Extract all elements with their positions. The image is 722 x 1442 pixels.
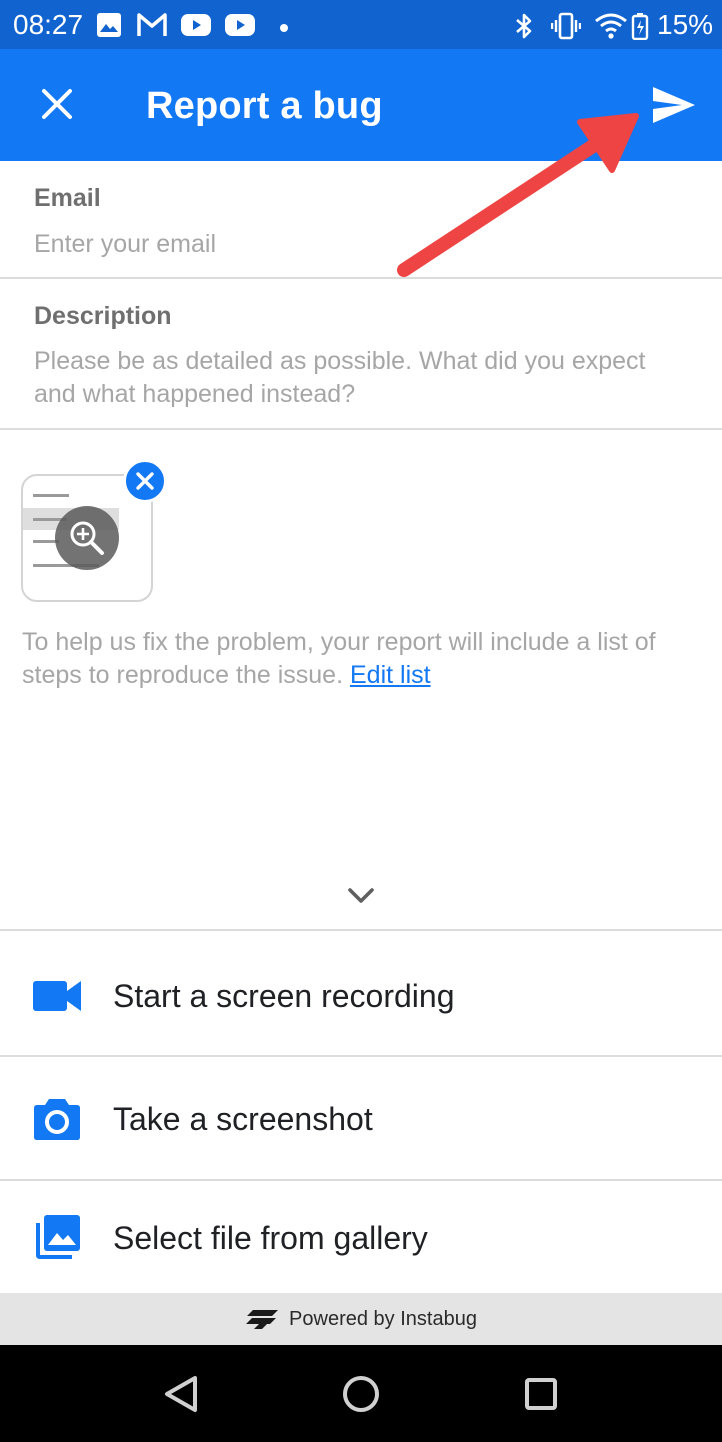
status-bar: 08:27 15% [0,0,722,49]
expand-button[interactable] [340,876,382,916]
thumbnail-line [33,494,69,497]
select-from-gallery-button[interactable]: Select file from gallery [0,1181,722,1295]
status-time: 08:27 [13,9,84,40]
description-input[interactable] [34,345,692,415]
start-screen-recording-button[interactable]: Start a screen recording [0,931,722,1057]
start-screen-recording-label: Start a screen recording [113,978,455,1014]
select-from-gallery-label: Select file from gallery [113,1220,428,1256]
remove-attachment-button[interactable] [123,459,167,503]
email-label: Email [34,184,101,212]
close-icon [136,472,154,490]
battery-percentage: 15% [657,9,714,40]
email-section: Email [0,161,722,279]
video-camera-icon [30,969,84,1023]
system-navigation-bar [0,1345,722,1442]
powered-by-text: Powered by Instabug [289,1307,477,1330]
take-screenshot-button[interactable]: Take a screenshot [0,1057,722,1181]
dot-icon [279,20,289,38]
bluetooth-icon [514,12,534,45]
app-bar: Report a bug [0,49,722,161]
image-icon [96,12,122,43]
repro-steps-info: To help us fix the problem, your report … [22,626,702,692]
battery-charging-icon [631,12,649,45]
wifi-icon [594,12,628,45]
recents-square-icon [525,1378,557,1410]
camera-icon [30,1092,84,1146]
attachment-options: Start a screen recording Take a screensh… [0,929,722,1295]
zoom-in-icon [70,521,104,555]
close-button[interactable] [22,69,92,139]
page-title: Report a bug [146,85,383,127]
close-icon [42,89,72,119]
chevron-down-icon [348,888,374,903]
email-input[interactable] [34,227,692,261]
home-button[interactable] [336,1369,386,1419]
youtube-icon [180,12,212,43]
description-label: Description [34,302,172,330]
recents-button[interactable] [516,1369,566,1419]
powered-by-footer: Powered by Instabug [0,1293,722,1345]
send-button[interactable] [636,71,712,139]
back-button[interactable] [156,1369,206,1419]
instabug-logo-icon [246,1310,279,1329]
edit-list-link[interactable]: Edit list [350,661,431,689]
home-circle-icon [343,1376,379,1412]
gmail-icon [137,12,167,43]
youtube-icon [224,12,256,43]
gallery-icon [30,1211,84,1265]
vibrate-icon [550,12,582,45]
back-triangle-icon [165,1376,197,1412]
take-screenshot-label: Take a screenshot [113,1101,373,1137]
send-icon [653,87,695,123]
zoom-attachment-button[interactable] [55,506,119,570]
repro-steps-text: To help us fix the problem, your report … [22,628,656,689]
description-section: Description [0,279,722,430]
